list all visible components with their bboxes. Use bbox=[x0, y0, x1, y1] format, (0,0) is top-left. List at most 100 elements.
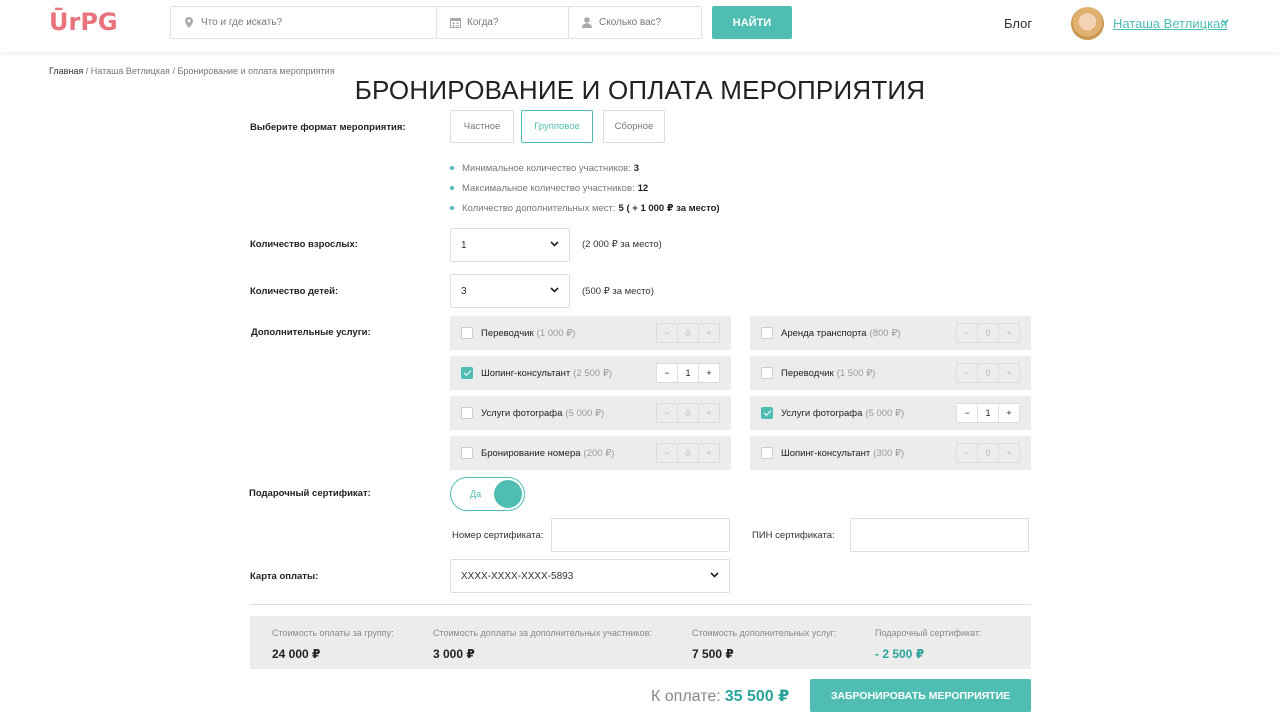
list-item: Минимальное количество участников: 3 bbox=[450, 158, 720, 178]
quantity-value[interactable]: 0 bbox=[677, 323, 699, 343]
person-icon bbox=[581, 17, 593, 29]
extra-places-value: 5 ( + 1 000 ₽ за место) bbox=[618, 202, 720, 214]
service-checkbox[interactable] bbox=[461, 407, 473, 419]
children-label: Количество детей: bbox=[250, 286, 339, 297]
payment-card-select[interactable]: XXXX-XXXX-XXXX-5893 bbox=[450, 559, 730, 593]
decrement-button[interactable]: − bbox=[956, 323, 978, 343]
quantity-stepper: −0 + bbox=[656, 323, 720, 343]
cert-number-label: Номер сертификата: bbox=[452, 530, 544, 541]
find-button[interactable]: НАЙТИ bbox=[712, 6, 792, 39]
where-input[interactable]: Что и где искать? bbox=[171, 7, 437, 38]
bullet-icon bbox=[450, 186, 454, 190]
adults-select[interactable]: 1 bbox=[450, 228, 570, 262]
children-select[interactable]: 3 bbox=[450, 274, 570, 308]
blog-link[interactable]: Блог bbox=[1004, 16, 1032, 31]
summary-services: Стоимость дополнительных услуг: 7 500 ₽ bbox=[692, 628, 836, 661]
logo[interactable]: ŪrPG bbox=[49, 8, 118, 36]
increment-button[interactable]: + bbox=[698, 363, 720, 383]
service-name-text: Шопинг-консультант bbox=[781, 448, 871, 459]
summary-services-label: Стоимость дополнительных услуг: bbox=[692, 628, 837, 638]
decrement-button[interactable]: − bbox=[956, 363, 978, 383]
avatar[interactable] bbox=[1071, 7, 1104, 40]
service-price: (200 ₽) bbox=[583, 448, 615, 459]
chevron-down-icon bbox=[550, 285, 559, 296]
service-name-text: Шопинг-консультант bbox=[481, 368, 571, 379]
decrement-button[interactable]: − bbox=[656, 323, 678, 343]
extra-places-label: Количество дополнительных мест: bbox=[462, 202, 616, 214]
quantity-value[interactable]: 0 bbox=[977, 443, 999, 463]
quantity-value[interactable]: 0 bbox=[977, 363, 999, 383]
service-price: (2 500 ₽) bbox=[573, 368, 613, 379]
service-name: Услуги фотографа (5 000 ₽) bbox=[781, 408, 904, 419]
quantity-stepper: −0 + bbox=[956, 363, 1020, 383]
service-row: Шопинг-консультант (2 500 ₽) −1 + bbox=[450, 356, 731, 390]
service-name-text: Услуги фотографа bbox=[781, 408, 863, 419]
who-input[interactable]: Сколько вас? bbox=[569, 7, 701, 38]
min-participants-value: 3 bbox=[633, 162, 640, 174]
increment-button[interactable]: + bbox=[698, 323, 720, 343]
decrement-button[interactable]: − bbox=[956, 443, 978, 463]
service-name: Шопинг-консультант (2 500 ₽) bbox=[481, 368, 612, 379]
service-row: Переводчик (1 000 ₽) −0 + bbox=[450, 316, 731, 350]
quantity-stepper: −0 + bbox=[956, 443, 1020, 463]
service-checkbox[interactable] bbox=[761, 407, 773, 419]
format-option-group[interactable]: Групповое bbox=[521, 110, 593, 143]
gift-toggle[interactable]: Да bbox=[450, 477, 525, 511]
service-name-text: Переводчик bbox=[781, 368, 834, 379]
service-checkbox[interactable] bbox=[761, 447, 773, 459]
total-label: К оплате: bbox=[651, 688, 721, 705]
format-option-private[interactable]: Частное bbox=[450, 110, 514, 143]
service-checkbox[interactable] bbox=[761, 367, 773, 379]
service-name-text: Аренда транспорта bbox=[781, 328, 867, 339]
quantity-value[interactable]: 0 bbox=[677, 403, 699, 423]
page-title: БРОНИРОВАНИЕ И ОПЛАТА МЕРОПРИЯТИЯ bbox=[354, 75, 926, 105]
service-row: Бронирование номера (200 ₽) −0 + bbox=[450, 436, 731, 470]
header: ŪrPG Что и где искать? Когда? Сколько ва… bbox=[0, 0, 1280, 52]
increment-button[interactable]: + bbox=[698, 443, 720, 463]
increment-button[interactable]: + bbox=[998, 323, 1020, 343]
service-checkbox[interactable] bbox=[461, 367, 473, 379]
increment-button[interactable]: + bbox=[698, 403, 720, 423]
decrement-button[interactable]: − bbox=[656, 443, 678, 463]
summary-group-value: 24 000 ₽ bbox=[272, 647, 321, 661]
decrement-button[interactable]: − bbox=[656, 403, 678, 423]
list-item: Максимальное количество участников: 12 bbox=[450, 178, 720, 198]
increment-button[interactable]: + bbox=[998, 443, 1020, 463]
cert-pin-input[interactable] bbox=[850, 518, 1029, 552]
max-participants-label: Максимальное количество участников: bbox=[462, 182, 635, 194]
who-placeholder: Сколько вас? bbox=[599, 17, 662, 28]
search-bar: Что и где искать? Когда? Сколько вас? bbox=[170, 6, 702, 39]
decrement-button[interactable]: − bbox=[956, 403, 978, 423]
book-event-button[interactable]: ЗАБРОНИРОВАТЬ МЕРОПРИЯТИЕ bbox=[810, 679, 1031, 712]
quantity-value[interactable]: 1 bbox=[977, 403, 999, 423]
quantity-value[interactable]: 0 bbox=[977, 323, 999, 343]
increment-button[interactable]: + bbox=[998, 363, 1020, 383]
service-name-text: Переводчик bbox=[481, 328, 534, 339]
service-price: (800 ₽) bbox=[869, 328, 901, 339]
format-info-list: Минимальное количество участников: 3 Макс… bbox=[450, 158, 720, 218]
user-name-link[interactable]: Наташа Ветлицкая bbox=[1113, 16, 1227, 31]
service-checkbox[interactable] bbox=[461, 447, 473, 459]
min-participants-label: Минимальное количество участников: bbox=[462, 162, 631, 174]
increment-button[interactable]: + bbox=[998, 403, 1020, 423]
when-input[interactable]: Когда? bbox=[437, 7, 569, 38]
service-price: (5 000 ₽) bbox=[865, 408, 905, 419]
cert-number-input[interactable] bbox=[551, 518, 730, 552]
adults-price-note: (2 000 ₽ за место) bbox=[582, 239, 662, 250]
quantity-value[interactable]: 1 bbox=[677, 363, 699, 383]
summary-services-value: 7 500 ₽ bbox=[692, 647, 734, 661]
format-option-combined[interactable]: Сборное bbox=[603, 110, 665, 143]
service-row: Переводчик (1 500 ₽) −0 + bbox=[750, 356, 1031, 390]
adults-value: 1 bbox=[461, 239, 467, 251]
chevron-down-icon[interactable] bbox=[1221, 17, 1229, 28]
adults-label: Количество взрослых: bbox=[250, 239, 358, 250]
children-value: 3 bbox=[461, 285, 467, 297]
service-checkbox[interactable] bbox=[461, 327, 473, 339]
summary-extra: Стоимость доплаты за дополнительных учас… bbox=[433, 628, 652, 661]
quantity-stepper: −1 + bbox=[956, 403, 1020, 423]
bullet-icon bbox=[450, 166, 454, 170]
service-row: Услуги фотографа (5 000 ₽) −0 + bbox=[450, 396, 731, 430]
decrement-button[interactable]: − bbox=[656, 363, 678, 383]
service-checkbox[interactable] bbox=[761, 327, 773, 339]
quantity-value[interactable]: 0 bbox=[677, 443, 699, 463]
